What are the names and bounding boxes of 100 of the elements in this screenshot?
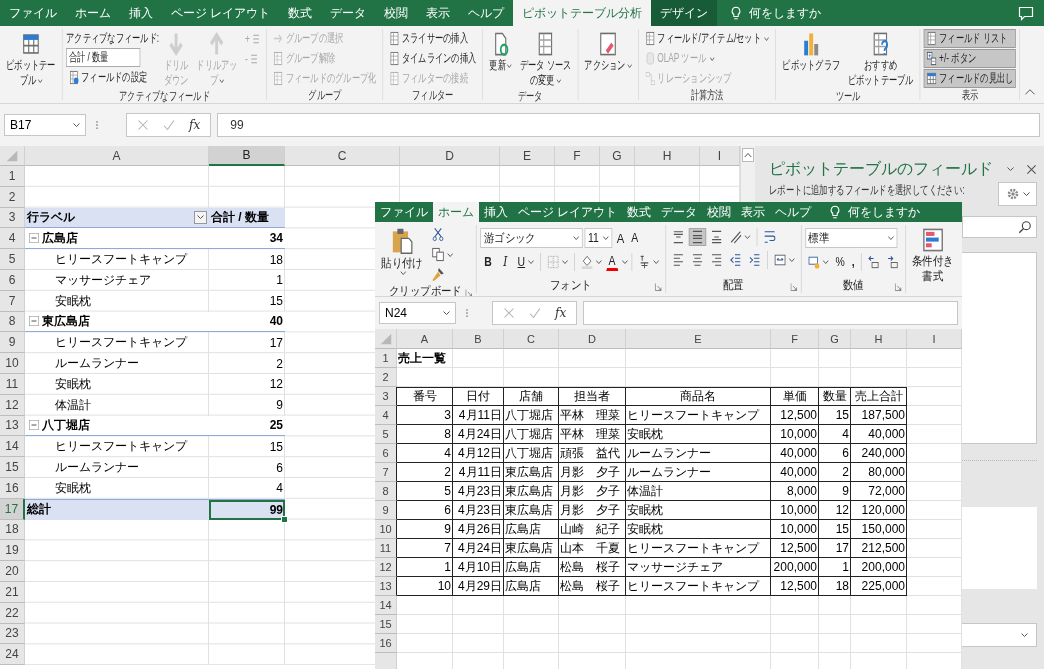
font-size-field[interactable]: 11 <box>584 228 613 248</box>
column-header[interactable]: E <box>626 329 771 349</box>
column-header[interactable]: I <box>907 329 962 349</box>
ribbon-tab[interactable]: 挿入 <box>479 202 513 222</box>
column-header[interactable]: A <box>25 146 209 166</box>
ribbon-tab[interactable]: ページ レイアウト <box>162 0 280 26</box>
column-header[interactable]: D <box>559 329 626 349</box>
column-header[interactable]: E <box>500 146 555 166</box>
ribbon-button[interactable]: フィールド/アイテム/セット <box>642 29 772 48</box>
row-header[interactable]: 10 <box>375 520 397 539</box>
row-header[interactable]: 22 <box>0 602 25 624</box>
vertical-align-button[interactable] <box>688 228 706 246</box>
row-header[interactable]: 16 <box>0 477 25 499</box>
ribbon-button[interactable]: タイムラインの挿入 <box>386 49 479 68</box>
conditional-format-button[interactable]: 条件付き 書式 <box>909 225 957 285</box>
row-header[interactable]: 21 <box>0 581 25 603</box>
column-header[interactable]: G <box>819 329 851 349</box>
row-header[interactable]: 2 <box>0 186 25 208</box>
enter-button[interactable] <box>163 119 175 131</box>
grow-font-button[interactable]: A <box>614 228 627 248</box>
row-header[interactable]: 4 <box>375 406 397 425</box>
row-header[interactable]: 12 <box>0 394 25 416</box>
row-header[interactable]: 9 <box>375 501 397 520</box>
row-header[interactable]: 13 <box>0 415 25 437</box>
ribbon-tab[interactable]: ファイル <box>0 0 66 26</box>
cancel-button[interactable] <box>503 307 515 319</box>
row-header[interactable]: 9 <box>0 332 25 354</box>
column-header[interactable]: D <box>400 146 500 166</box>
font-color-button[interactable]: A <box>605 253 619 271</box>
collapse-icon[interactable] <box>29 420 39 431</box>
ribbon-tab[interactable]: 挿入 <box>120 0 162 26</box>
row-header[interactable]: 18 <box>0 519 25 541</box>
column-header[interactable]: C <box>504 329 559 349</box>
row-header[interactable]: 2 <box>375 368 397 387</box>
row-header[interactable]: 14 <box>0 436 25 458</box>
insert-function-button[interactable]: fx <box>555 306 567 320</box>
close-button[interactable] <box>1026 163 1037 175</box>
column-header[interactable]: G <box>600 146 635 166</box>
fill-handle[interactable] <box>281 515 288 523</box>
row-header[interactable]: 6 <box>0 270 25 291</box>
ribbon-tab[interactable]: 校閲 <box>702 202 737 222</box>
ribbon-tab[interactable]: 校閲 <box>375 0 418 26</box>
row-header[interactable]: 8 <box>375 482 397 501</box>
ribbon-button[interactable]: ピボットテー ブル <box>3 29 59 89</box>
row-header[interactable]: 11 <box>0 373 25 395</box>
tell-me-search[interactable]: 何をしますか <box>725 0 826 26</box>
row-header[interactable]: 19 <box>0 540 25 562</box>
ribbon-button[interactable]: スライサーの挿入 <box>386 29 479 48</box>
ribbon-tab[interactable]: ホーム <box>66 0 120 26</box>
insert-function-button[interactable]: fx <box>189 118 201 132</box>
dropdown-field[interactable] <box>962 623 1037 647</box>
ribbon-button[interactable]: おすすめ ピボットテーブル <box>844 29 917 89</box>
column-header[interactable]: A <box>397 329 453 349</box>
ribbon-tab[interactable]: 表示 <box>417 0 460 26</box>
row-header[interactable]: 3 <box>0 207 25 229</box>
row-header[interactable]: 10 <box>0 353 25 374</box>
shrink-font-button[interactable]: A <box>628 229 641 247</box>
row-header[interactable]: 6 <box>375 444 397 463</box>
column-header[interactable]: C <box>285 146 400 166</box>
bold-button[interactable]: B <box>480 253 496 271</box>
row-header[interactable]: 11 <box>375 539 397 558</box>
field-list[interactable] <box>962 252 1037 444</box>
ribbon-toggle[interactable]: +/- ボタン <box>923 49 1017 68</box>
column-header[interactable]: H <box>851 329 907 349</box>
settings-button[interactable] <box>998 182 1037 206</box>
name-box[interactable]: N24 <box>379 302 456 324</box>
ribbon-tab[interactable]: ホーム <box>433 202 479 222</box>
column-header[interactable]: B <box>209 146 285 166</box>
row-header[interactable]: 14 <box>375 596 397 615</box>
vertical-scrollbar[interactable] <box>740 146 755 202</box>
ribbon-tab[interactable]: ページ レイアウト <box>513 202 623 222</box>
ribbon-tab[interactable]: ピボットテーブル分析 <box>513 0 652 26</box>
paste-button[interactable]: 貼り付け <box>378 225 426 277</box>
row-header[interactable]: 17 <box>0 498 25 520</box>
column-header[interactable]: F <box>771 329 819 349</box>
underline-button[interactable]: U <box>514 253 537 271</box>
ribbon-tab[interactable]: データ <box>656 202 703 222</box>
tell-me-search[interactable]: 何をしますか <box>824 202 925 222</box>
formula-input[interactable]: 99 <box>217 113 1040 137</box>
row-header[interactable]: 1 <box>0 166 25 187</box>
enter-button[interactable] <box>529 307 541 319</box>
italic-button[interactable]: I <box>497 253 514 271</box>
filter-dropdown-button[interactable] <box>194 211 207 224</box>
ribbon-tab[interactable]: 表示 <box>736 202 771 222</box>
column-header[interactable]: I <box>700 146 740 166</box>
active-field-input[interactable]: 合計 / 数量 <box>66 48 141 67</box>
table-cell[interactable]: 99 <box>209 498 285 520</box>
pane-options-button[interactable] <box>1007 167 1014 171</box>
ribbon-button[interactable]: データ ソース の変更 <box>516 29 575 89</box>
percent-button[interactable]: % <box>832 253 848 271</box>
row-header[interactable]: 8 <box>0 311 25 333</box>
ribbon-toggle[interactable]: フィールドの見出し <box>923 69 1017 88</box>
name-box[interactable]: B17 <box>4 114 86 136</box>
row-header[interactable]: 15 <box>0 457 25 478</box>
collapse-icon[interactable] <box>29 233 39 244</box>
row-header[interactable]: 15 <box>375 615 397 634</box>
row-header[interactable]: 16 <box>375 634 397 653</box>
row-header[interactable]: 5 <box>375 425 397 444</box>
ribbon-tab[interactable]: 数式 <box>622 202 657 222</box>
comma-style-button[interactable]: , <box>849 253 858 271</box>
